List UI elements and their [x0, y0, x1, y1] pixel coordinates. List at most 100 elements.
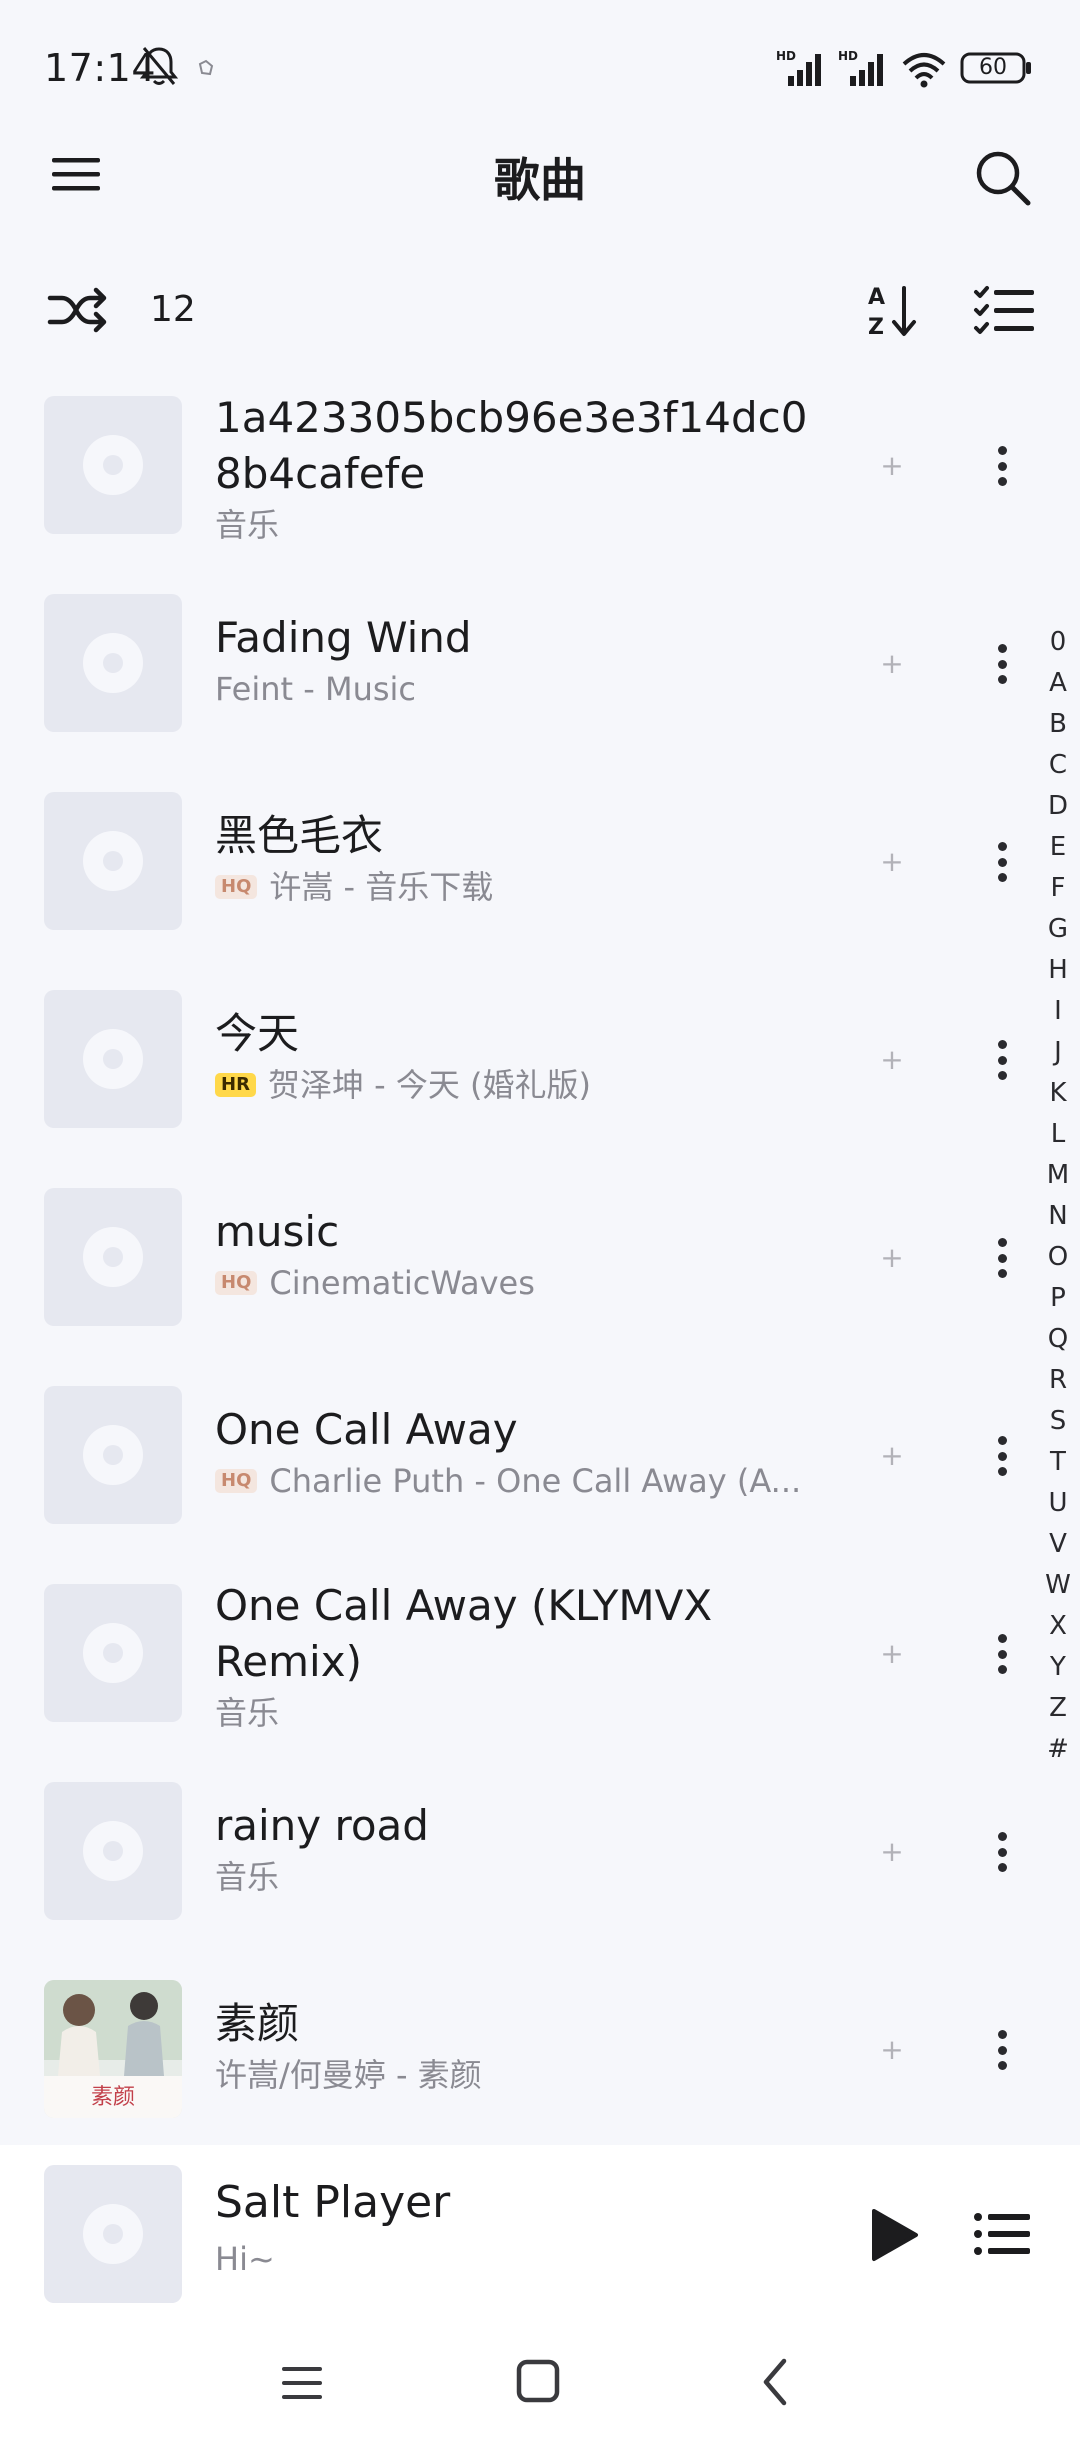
song-row[interactable]: 素颜 素颜 许嵩/何曼婷 - 素颜 + — [0, 1974, 1040, 2172]
add-to-queue-icon[interactable]: + — [872, 1634, 912, 1674]
alphabet-letter[interactable]: R — [1040, 1360, 1076, 1401]
alphabet-index[interactable]: 0 A B C D E F G H I J K L M N O P Q R S T U V W X Y Z # — [1040, 622, 1076, 1770]
album-cover — [44, 594, 182, 732]
song-subtitle: 音乐 — [215, 1694, 280, 1732]
alphabet-letter[interactable]: M — [1040, 1155, 1076, 1196]
quality-badge: HQ — [215, 1271, 258, 1295]
more-options-icon[interactable] — [982, 1030, 1022, 1090]
add-to-queue-icon[interactable]: + — [872, 1238, 912, 1278]
play-icon[interactable] — [866, 2205, 922, 2265]
song-row[interactable]: 今天 HR 贺泽坤 - 今天 (婚礼版) + — [0, 984, 1040, 1182]
alphabet-letter[interactable]: H — [1040, 950, 1076, 991]
battery-level: 60 — [979, 55, 1007, 80]
alphabet-letter[interactable]: S — [1040, 1401, 1076, 1442]
alphabet-letter[interactable]: B — [1040, 704, 1076, 745]
add-to-queue-icon[interactable]: + — [872, 842, 912, 882]
alphabet-letter[interactable]: A — [1040, 663, 1076, 704]
album-cover — [44, 792, 182, 930]
quality-badge: HQ — [215, 1469, 258, 1493]
song-title: 1a423305bcb96e3e3f14dc0 — [215, 393, 808, 442]
disc-icon — [83, 435, 143, 495]
mini-player[interactable]: Salt Player Hi~ — [0, 2145, 1080, 2315]
song-artist: 贺泽坤 - 今天 (婚礼版) — [267, 1066, 591, 1104]
player-cover — [44, 2165, 182, 2303]
alphabet-letter[interactable]: Q — [1040, 1319, 1076, 1360]
album-art-image: 素颜 — [44, 1980, 182, 2118]
more-options-icon[interactable] — [982, 1822, 1022, 1882]
song-title: rainy road — [215, 1801, 429, 1850]
playlist-queue-icon[interactable] — [972, 2209, 1032, 2259]
add-to-queue-icon[interactable]: + — [872, 2030, 912, 2070]
alphabet-letter[interactable]: D — [1040, 786, 1076, 827]
song-row[interactable]: One Call Away HQ Charlie Puth - One Call… — [0, 1380, 1040, 1578]
disc-icon — [83, 1029, 143, 1089]
alphabet-letter[interactable]: W — [1040, 1565, 1076, 1606]
song-title: 素颜 — [215, 1999, 300, 2048]
song-artist: Charlie Puth - One Call Away (A... — [269, 1462, 802, 1500]
alphabet-letter[interactable]: X — [1040, 1606, 1076, 1647]
more-options-icon[interactable] — [982, 1228, 1022, 1288]
search-icon[interactable] — [970, 145, 1036, 211]
alphabet-letter[interactable]: Z — [1040, 1688, 1076, 1729]
alphabet-letter[interactable]: L — [1040, 1114, 1076, 1155]
more-options-icon[interactable] — [982, 2020, 1022, 2080]
album-cover: 素颜 — [44, 1980, 182, 2118]
recent-apps-icon[interactable] — [280, 2363, 324, 2403]
song-row[interactable]: music HQ CinematicWaves + — [0, 1182, 1040, 1380]
alphabet-letter[interactable]: V — [1040, 1524, 1076, 1565]
song-row[interactable]: One Call Away (KLYMVX Remix) 音乐 + — [0, 1578, 1040, 1776]
sort-az-icon[interactable]: A Z — [866, 280, 922, 340]
more-options-icon[interactable] — [982, 436, 1022, 496]
alphabet-letter[interactable]: I — [1040, 991, 1076, 1032]
wifi-icon — [902, 53, 946, 88]
back-icon[interactable] — [760, 2357, 790, 2407]
alphabet-letter[interactable]: G — [1040, 909, 1076, 950]
song-subtitle: HQ 许嵩 - 音乐下载 — [215, 864, 815, 910]
disc-icon — [83, 1425, 143, 1485]
song-row[interactable]: 1a423305bcb96e3e3f14dc0 8b4cafefe 音乐 + — [0, 390, 1040, 588]
album-art-text: 素颜 — [91, 2085, 135, 2110]
add-to-queue-icon[interactable]: + — [872, 1436, 912, 1476]
notification-icon — [198, 59, 214, 76]
alphabet-letter[interactable]: E — [1040, 827, 1076, 868]
album-cover — [44, 396, 182, 534]
multi-select-icon[interactable] — [972, 282, 1036, 338]
svg-text:Z: Z — [868, 315, 884, 340]
home-icon[interactable] — [516, 2359, 560, 2403]
song-row[interactable]: Fading Wind Feint - Music + — [0, 588, 1040, 786]
svg-text:HD: HD — [776, 49, 796, 63]
more-options-icon[interactable] — [982, 1426, 1022, 1486]
album-cover — [44, 1782, 182, 1920]
more-options-icon[interactable] — [982, 832, 1022, 892]
alphabet-letter[interactable]: T — [1040, 1442, 1076, 1483]
alphabet-letter[interactable]: P — [1040, 1278, 1076, 1319]
svg-text:HD: HD — [838, 49, 858, 63]
alphabet-letter[interactable]: 0 — [1040, 622, 1076, 663]
alphabet-letter[interactable]: Y — [1040, 1647, 1076, 1688]
song-row[interactable]: 黑色毛衣 HQ 许嵩 - 音乐下载 + — [0, 786, 1040, 984]
more-options-icon[interactable] — [982, 634, 1022, 694]
album-cover — [44, 1386, 182, 1524]
disc-icon — [83, 633, 143, 693]
alphabet-letter[interactable]: U — [1040, 1483, 1076, 1524]
add-to-queue-icon[interactable]: + — [872, 1040, 912, 1080]
alphabet-letter[interactable]: J — [1040, 1032, 1076, 1073]
song-row[interactable]: rainy road 音乐 + — [0, 1776, 1040, 1974]
add-to-queue-icon[interactable]: + — [872, 446, 912, 486]
song-subtitle: 许嵩/何曼婷 - 素颜 — [215, 2056, 482, 2094]
song-title: 今天 — [215, 1009, 300, 1058]
alphabet-letter[interactable]: F — [1040, 868, 1076, 909]
album-cover — [44, 1188, 182, 1326]
alphabet-letter[interactable]: O — [1040, 1237, 1076, 1278]
shuffle-icon[interactable] — [46, 280, 110, 340]
add-to-queue-icon[interactable]: + — [872, 1832, 912, 1872]
signal-hd-icon: HD — [838, 49, 883, 86]
add-to-queue-icon[interactable]: + — [872, 644, 912, 684]
alphabet-letter[interactable]: C — [1040, 745, 1076, 786]
song-title: 黑色毛衣 — [215, 811, 384, 860]
more-options-icon[interactable] — [982, 1624, 1022, 1684]
alphabet-letter[interactable]: N — [1040, 1196, 1076, 1237]
alphabet-letter[interactable]: K — [1040, 1073, 1076, 1114]
song-subtitle: HR 贺泽坤 - 今天 (婚礼版) — [215, 1062, 815, 1108]
alphabet-letter[interactable]: # — [1040, 1729, 1076, 1770]
